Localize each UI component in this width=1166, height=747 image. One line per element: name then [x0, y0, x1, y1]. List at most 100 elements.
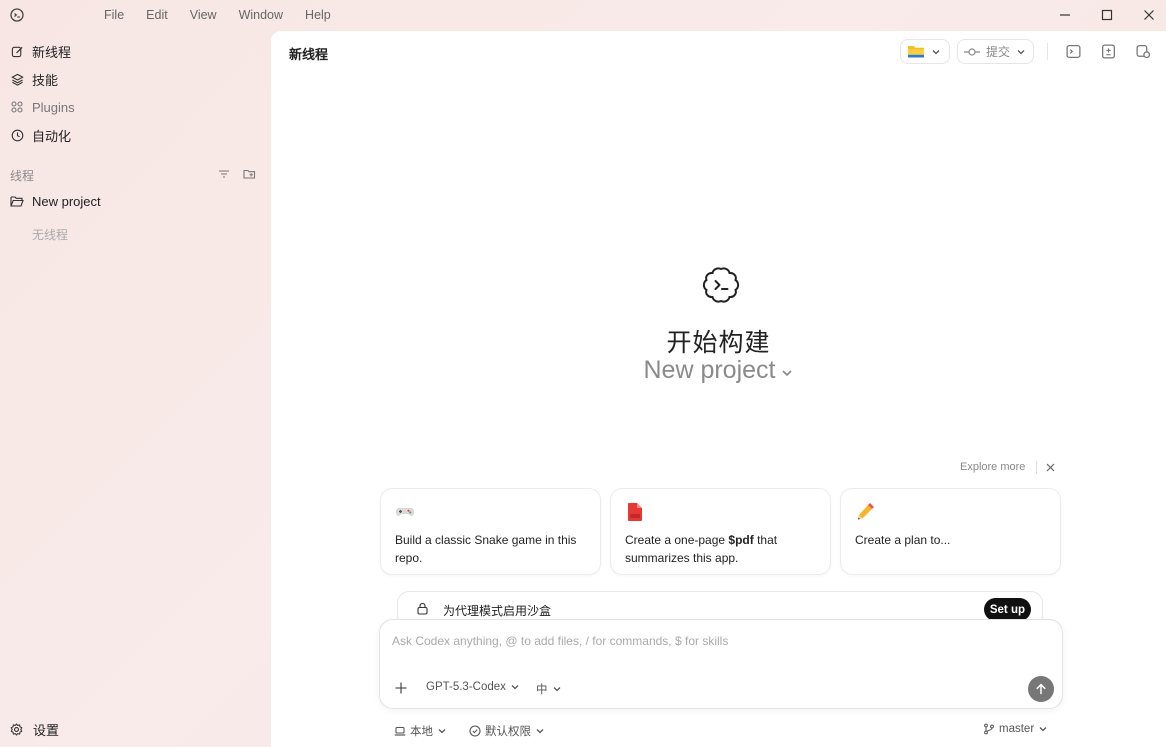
app-logo-icon [9, 7, 25, 23]
menu-view[interactable]: View [190, 8, 217, 22]
menu-window[interactable]: Window [239, 8, 283, 22]
project-name: New project [32, 194, 101, 209]
plus-icon [395, 682, 407, 694]
arrow-up-icon [1036, 683, 1046, 695]
minimize-icon [1060, 14, 1070, 16]
close-window-button[interactable] [1139, 5, 1159, 25]
commit-label: 提交 [986, 45, 1011, 59]
sidebar: 新线程 技能 Plugins 自动化 线程 New project 无线程 设置 [0, 30, 270, 747]
codex-logo-icon [699, 263, 743, 307]
project-selector[interactable]: New project [271, 356, 1166, 385]
sidebar-item-label: 新线程 [32, 44, 72, 60]
add-attachment-button[interactable] [394, 681, 408, 695]
terminal-button[interactable] [1065, 43, 1082, 60]
suggestion-card-pdf[interactable]: Create a one-page $pdf that summarizes t… [610, 488, 831, 575]
folder-open-icon [10, 195, 24, 209]
chevron-down-icon [1017, 49, 1025, 54]
model-selector[interactable]: GPT-5.3-Codex [426, 681, 520, 693]
hero-title: 开始构建 [666, 329, 771, 357]
suggestion-text-pre: Create a one-page [625, 533, 729, 547]
sidebar-item-automation[interactable]: 自动化 [10, 124, 71, 146]
permissions-label: 默认权限 [485, 726, 531, 738]
folder-icon [908, 46, 924, 58]
open-folder-dropdown[interactable] [900, 39, 950, 64]
plugins-icon [10, 100, 24, 114]
suggestion-card-snake[interactable]: Build a classic Snake game in this repo. [380, 488, 601, 575]
settings-button[interactable]: 设置 [10, 720, 59, 739]
page-title: 新线程 [289, 47, 329, 62]
gamepad-icon [395, 502, 415, 522]
git-branch-icon [984, 723, 994, 735]
close-icon [1046, 463, 1055, 472]
gear-icon [10, 722, 24, 737]
prompt-input[interactable]: Ask Codex anything, @ to add files, / fo… [392, 634, 728, 648]
toolbar-divider [1047, 43, 1048, 60]
laptop-icon [394, 726, 406, 736]
project-item[interactable]: New project [10, 194, 101, 209]
environment-label: 本地 [410, 726, 433, 738]
close-icon [1144, 10, 1154, 20]
sidebar-item-skills[interactable]: 技能 [10, 68, 58, 90]
chevron-down-icon [932, 49, 940, 54]
menu-bar: File Edit View Window Help [104, 0, 353, 30]
chevron-down-icon [511, 685, 519, 690]
sidebar-item-label: 自动化 [32, 128, 72, 144]
sidebar-item-new-thread[interactable]: 新线程 [10, 40, 71, 62]
set-up-button[interactable]: Set up [983, 598, 1031, 621]
send-button[interactable] [1028, 676, 1054, 702]
pdf-icon [625, 502, 645, 522]
chevron-down-icon [553, 687, 560, 692]
edit-icon [10, 44, 24, 58]
minimize-button[interactable] [1055, 5, 1075, 25]
terminal-icon [1066, 45, 1081, 58]
pdf-skill-token: $pdf [728, 533, 754, 547]
dismiss-suggestions-button[interactable] [1045, 462, 1056, 473]
add-folder-button[interactable] [243, 168, 256, 180]
sidebar-item-label: 技能 [32, 72, 59, 88]
settings-label: 设置 [33, 723, 60, 738]
pencil-icon [855, 502, 875, 522]
commit-dropdown[interactable]: 提交 [957, 39, 1034, 64]
diff-icon [1102, 44, 1115, 59]
menu-file[interactable]: File [104, 8, 124, 22]
chevron-down-icon [1039, 727, 1047, 732]
project-selector-label: New project [643, 356, 776, 384]
sandbox-text: 为代理模式启用沙盒 [443, 604, 552, 618]
diff-panel-button[interactable] [1100, 43, 1117, 60]
maximize-icon [1101, 9, 1113, 21]
branch-selector[interactable]: master [983, 723, 1048, 735]
commit-icon [964, 47, 980, 56]
suggestion-text: Create a plan to... [855, 533, 951, 547]
maximize-button[interactable] [1097, 5, 1117, 25]
review-icon [1136, 45, 1151, 59]
sidebar-item-plugins[interactable]: Plugins [10, 96, 75, 118]
threads-section-label: 线程 [10, 169, 35, 183]
model-label: GPT-5.3-Codex [426, 681, 506, 693]
add-folder-icon [243, 169, 256, 179]
filter-icon [219, 170, 229, 178]
permissions-selector[interactable]: 默认权限 [469, 723, 545, 739]
chevron-down-icon [438, 729, 446, 734]
clock-icon [10, 128, 24, 142]
menu-help[interactable]: Help [305, 8, 331, 22]
no-threads-text: 无线程 [32, 228, 69, 242]
chevron-down-icon [781, 369, 792, 376]
shield-icon [469, 725, 481, 737]
menu-edit[interactable]: Edit [146, 8, 168, 22]
composer: Ask Codex anything, @ to add files, / fo… [379, 619, 1063, 709]
threads-section-tools [218, 168, 256, 180]
suggestion-text: Create a one-page $pdf that summarizes t… [625, 531, 818, 567]
environment-local-selector[interactable]: 本地 [394, 723, 447, 739]
explore-divider [1036, 461, 1037, 474]
suggestion-card-plan[interactable]: Create a plan to... [840, 488, 1061, 575]
review-button[interactable] [1135, 43, 1152, 60]
main-panel: 新线程 提交 开始构建 New project Explore more Bui… [271, 31, 1166, 747]
filter-button[interactable] [218, 168, 230, 180]
explore-more-link[interactable]: Explore more [960, 461, 1025, 473]
lock-icon [416, 602, 429, 615]
reasoning-effort-selector[interactable]: 中 [536, 681, 562, 697]
skills-icon [10, 72, 24, 86]
sidebar-item-label: Plugins [32, 99, 75, 115]
branch-label: master [999, 723, 1035, 735]
suggestion-text: Build a classic Snake game in this repo. [395, 533, 577, 565]
